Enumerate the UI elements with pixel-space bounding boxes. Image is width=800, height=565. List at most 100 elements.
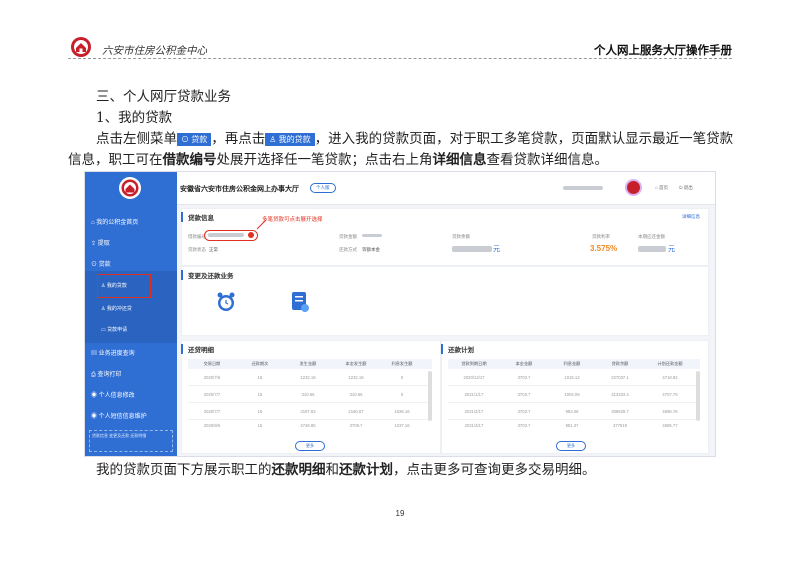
column-header: 交易日期 [203, 361, 221, 366]
table-cell: 2020/7/7 [203, 391, 221, 397]
table-cell: 2020/7/7 [203, 408, 221, 414]
column-header: 本金金额 [515, 361, 533, 366]
sidebar-item-loan[interactable]: ⊙ 贷款 [91, 259, 111, 268]
repay-plan-scrollbar[interactable] [696, 371, 700, 421]
table-row: 2020/8/6 15 4746.85 3709.7 1037.16 [188, 420, 432, 430]
table-header: 贷款到期日期 本金金额 利息金额 贷款余额 计划还款金额 [448, 359, 700, 369]
expand-icon[interactable] [248, 232, 254, 238]
repay-detail-more-button[interactable]: 更多 [295, 441, 325, 451]
table-cell: 4696.76 [662, 408, 678, 414]
sidebar-item-loan-apply[interactable]: ▭ 贷款申请 [101, 326, 127, 333]
table-cell: 1232.16 [300, 374, 316, 380]
table-cell: 3703.7 [517, 422, 531, 428]
sidebar-item-label: 贷款 [98, 262, 111, 268]
para2-text-b: 处展开选择任一笔贷款；点击右上角 [216, 152, 433, 168]
repay-detail-scrollbar[interactable] [428, 371, 432, 421]
header-org-name: 六安市住房公积金中心 [102, 45, 207, 57]
repay-plan-more-button[interactable]: 更多 [556, 441, 586, 451]
table-row: 2021/3/17 3703.7 981.37 377919 4685.77 [448, 420, 700, 430]
table-cell: 3703.7 [517, 391, 531, 397]
table-cell: 16 [257, 374, 263, 380]
table-cell: 1026.16 [394, 408, 410, 414]
sidebar-item-label: 业务进度查询 [98, 351, 135, 357]
app-topbar: 安徽省六安市住房公积金网上办事大厅 个人版 ⌂ 首页 ⏻ 退出 [177, 172, 715, 205]
table-cell: 981.37 [565, 422, 579, 428]
table-cell: 3703.7 [517, 374, 531, 380]
header-divider [68, 58, 732, 59]
detail-link[interactable]: 详细信息 [682, 214, 700, 220]
due-unit: 元 [668, 246, 675, 253]
inline-loan-button: ⊙ 贷款 [177, 133, 212, 146]
table-cell: 313333.4 [611, 391, 629, 397]
table-cell: 310.65 [301, 391, 315, 397]
repay-method-value: 等额本金 [362, 247, 380, 252]
repay-detail-table: 交易日期 还款期次 发生金额 本金发生额 利息发生额 2020/7/6 16 1… [188, 359, 432, 430]
table-row: 2020/7/7 16 310.65 310.65 0 [188, 386, 432, 403]
repay-detail-card: 还贷明细 交易日期 还款期次 发生金额 本金发生额 利息发生额 2020/7/6… [181, 340, 441, 454]
info-icon: ◉ [91, 393, 99, 399]
table-cell: 993.06 [565, 408, 579, 414]
sidebar-item-label: 贷款申请 [107, 327, 128, 333]
highlight-box [97, 274, 151, 298]
column-header: 利息发生额 [391, 361, 413, 366]
sidebar-item-repay-offset[interactable]: ♙ 我的冲还贷 [101, 305, 132, 312]
table-cell: 327037.1 [611, 374, 629, 380]
paragraph-1: 点击左侧菜单 ⊙ 贷款 ，再点击 ♙ 我的贷款 ，进入我的贷款页面，对于职工多笔贷款，页… [96, 129, 733, 150]
avatar[interactable] [625, 179, 642, 196]
column-header: 贷款到期日期 [461, 361, 487, 366]
column-header: 还款期次 [251, 361, 269, 366]
home-link[interactable]: ⌂ 首页 [655, 185, 668, 191]
table-cell: 2020/8/6 [203, 422, 221, 428]
table-cell: 1004.09 [564, 391, 580, 397]
sidebar-item-withdraw[interactable]: ⇪ 提取 [91, 238, 110, 247]
inline-loan-button-label: 贷款 [191, 135, 208, 144]
table-cell: 2020/12/17 [463, 374, 485, 380]
sidebar-item-info[interactable]: ◉ 个人信息修改 [91, 390, 135, 399]
loan-icon: ⊙ [181, 135, 192, 144]
para2-bold-details: 详细信息 [432, 152, 487, 168]
balance-label: 贷款余额 [452, 234, 470, 239]
table-cell: 1232.16 [348, 374, 364, 380]
table-cell: 16 [257, 391, 263, 397]
status-value: 正常 [209, 247, 218, 252]
table-row: 2020/7/7 16 3187.83 2160.87 1026.16 [188, 403, 432, 420]
annotation-arrow [256, 219, 267, 230]
table-cell: 15 [257, 422, 263, 428]
repay-method-label: 还款方式 [339, 247, 357, 252]
subsection-heading: 1、我的贷款 [96, 110, 173, 126]
para1-text-c: ，进入我的贷款页面，对于职工多笔贷款，页面默认显示最近一笔贷款 [314, 131, 734, 147]
table-cell: 2021/1/17 [464, 391, 484, 397]
alarm-clock-icon[interactable] [215, 291, 237, 313]
sidebar-item-label: 提取 [97, 241, 110, 247]
sidebar-item-print[interactable]: ⎙ 查询打印 [91, 369, 121, 379]
para3-bold-repay-detail: 还款明细 [271, 462, 326, 478]
table-cell: 0 [400, 391, 404, 397]
sidebar-footer: 贷款信息 变更及还款 还款明细 [89, 430, 173, 452]
para3-text-c: ，点击更多可查询更多交易明细。 [393, 462, 596, 478]
masked-user-info [563, 186, 603, 190]
annotation-text: 多笔贷款可点击展开选择 [262, 217, 323, 223]
sidebar-item-sms[interactable]: ◉ 个人短信信息维护 [91, 411, 147, 420]
para3-bold-repay-plan: 还款计划 [339, 462, 393, 478]
inline-my-loan-button-label: 我的贷款 [278, 135, 311, 144]
loan-info-card: 贷款信息 详细信息 多笔贷款可点击展开选择 借款编号 贷款金额 贷款状态 正常 … [181, 208, 709, 266]
sidebar-item-home[interactable]: ⌂ 我的公积金首页 [91, 217, 138, 226]
table-cell: 0 [400, 374, 404, 380]
logout-link[interactable]: ⏻ 退出 [679, 185, 693, 191]
repay-plan-title: 还款计划 [441, 344, 474, 354]
sidebar-item-progress[interactable]: ▤ 业务进度查询 [91, 348, 135, 357]
table-row: 2021/2/17 3703.7 993.06 309629.7 4696.76 [448, 403, 700, 420]
para1-text-b: ，再点击 [211, 131, 266, 147]
phone-icon: ◉ [91, 414, 99, 420]
progress-icon: ▤ [91, 351, 99, 357]
sidebar-item-label: 我的公积金首页 [96, 220, 139, 226]
table-cell: 3709.7 [349, 422, 363, 428]
table-cell: 3703.7 [517, 408, 531, 414]
loan-icon: ⊙ [91, 262, 99, 268]
amount-label: 贷款金额 [339, 234, 357, 239]
document-icon[interactable] [290, 291, 310, 313]
table-header: 交易日期 还款期次 发生金额 本金发生额 利息发生额 [188, 359, 432, 369]
status-label: 贷款状态 [188, 247, 206, 252]
table-cell: 2160.87 [348, 408, 364, 414]
sidebar: ⌂ 我的公积金首页 ⇪ 提取 ⊙ 贷款 ♙ 我的贷款 ♙ 我的冲还贷 ▭ 贷款申… [85, 172, 177, 456]
